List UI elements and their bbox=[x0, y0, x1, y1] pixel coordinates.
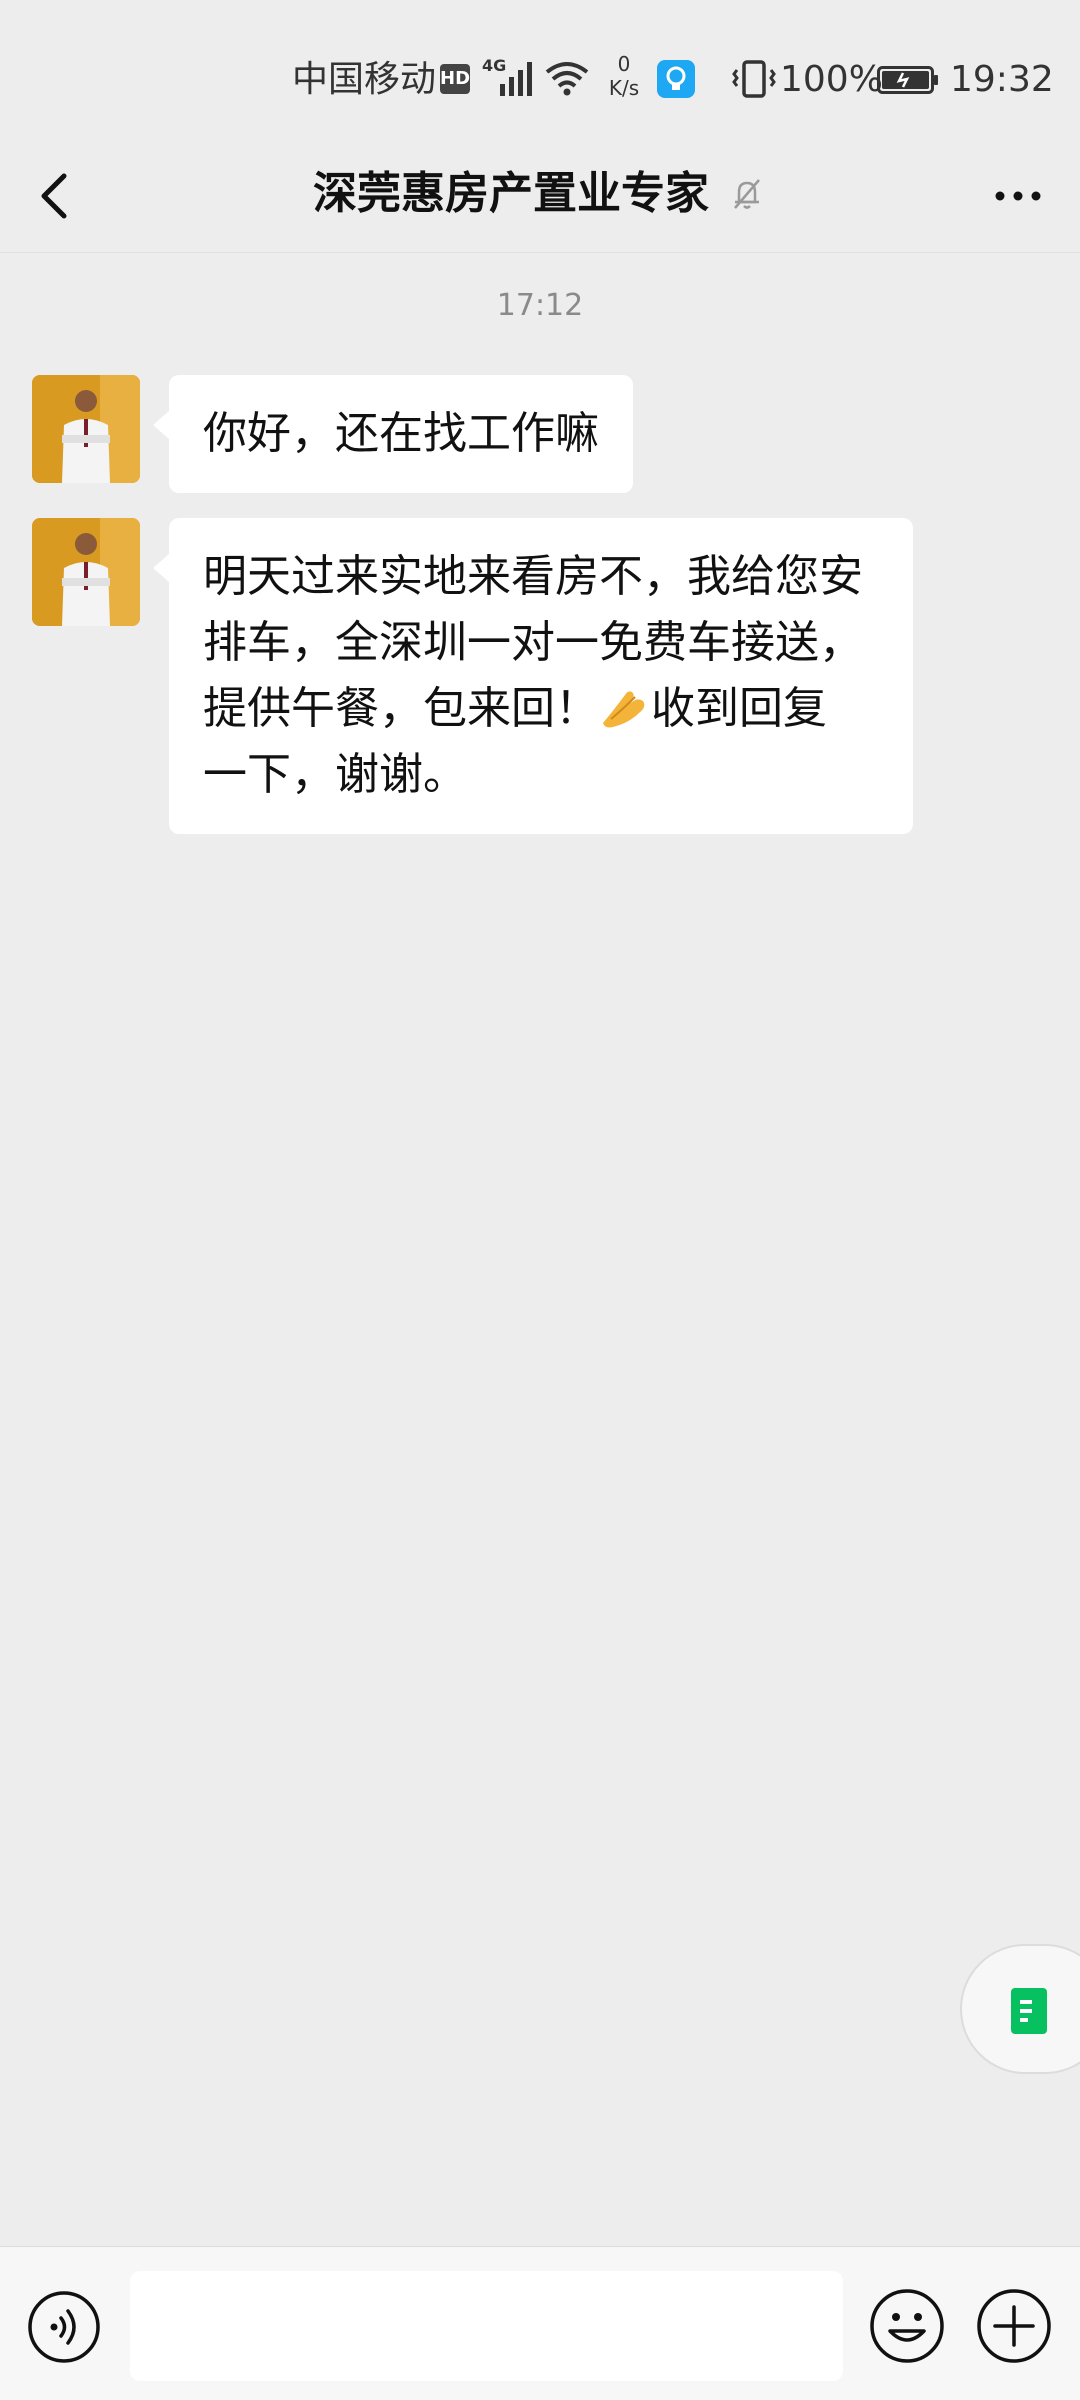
smiley-icon[interactable] bbox=[868, 2287, 946, 2365]
status-bar: 中国移动 HD 4G 0 K/s 100% 19:32 bbox=[0, 0, 1080, 140]
chat-screen: 中国移动 HD 4G 0 K/s 100% 19:32 深莞惠房产置业专家 17… bbox=[0, 0, 1080, 2400]
carrier-label: 中国移动 bbox=[292, 59, 437, 100]
message-line-text: 提供午餐，包来回！ bbox=[203, 683, 599, 734]
message-line-text: 收到回复 bbox=[651, 683, 827, 734]
signal-icon bbox=[500, 62, 532, 96]
message-row: 你好，还在找工作嘛 bbox=[32, 375, 1032, 493]
message-timestamp: 17:12 bbox=[496, 288, 584, 323]
battery-percent: 100% bbox=[780, 59, 883, 100]
hd-badge: HD bbox=[440, 64, 470, 94]
clock: 19:32 bbox=[950, 59, 1054, 100]
voice-icon[interactable] bbox=[26, 2289, 102, 2365]
message-text: 你好，还在找工作嘛 bbox=[203, 408, 599, 459]
bulb-icon bbox=[657, 60, 695, 98]
avatar[interactable] bbox=[32, 375, 140, 483]
message-input[interactable] bbox=[130, 2271, 843, 2381]
bell-muted-icon bbox=[734, 179, 760, 209]
wifi-icon bbox=[545, 62, 589, 96]
battery-icon bbox=[877, 66, 938, 94]
message-line-3: 提供午餐，包来回！ 收到回复 bbox=[203, 676, 879, 742]
message-line: 排车，全深圳一对一免费车接送， bbox=[203, 617, 863, 668]
floating-document-button[interactable] bbox=[960, 1944, 1080, 2074]
speed-unit: K/s bbox=[608, 76, 640, 100]
chat-title: 深莞惠房产置业专家 bbox=[313, 168, 709, 219]
message-line: 明天过来实地来看房不，我给您安 bbox=[203, 551, 863, 602]
plus-circle-icon[interactable] bbox=[975, 2287, 1053, 2365]
speed-value: 0 bbox=[617, 52, 631, 76]
document-icon bbox=[1011, 1988, 1047, 2034]
message-bubble[interactable]: 你好，还在找工作嘛 bbox=[153, 375, 633, 493]
network-speed: 0 K/s bbox=[600, 52, 648, 100]
avatar[interactable] bbox=[32, 518, 140, 626]
ellipsis-icon[interactable] bbox=[978, 162, 1058, 230]
chat-title-area: 深莞惠房产置业专家 bbox=[0, 164, 1080, 224]
pinched-fingers-emoji bbox=[603, 691, 645, 728]
vibrate-icon bbox=[732, 60, 776, 98]
title-bar: 深莞惠房产置业专家 bbox=[0, 140, 1080, 253]
message-row: 明天过来实地来看房不，我给您安 排车，全深圳一对一免费车接送， 提供午餐，包来回… bbox=[32, 518, 1032, 834]
message-line: 一下，谢谢。 bbox=[203, 749, 467, 800]
message-bubble[interactable]: 明天过来实地来看房不，我给您安 排车，全深圳一对一免费车接送， 提供午餐，包来回… bbox=[153, 518, 913, 834]
input-bar bbox=[0, 2246, 1080, 2400]
